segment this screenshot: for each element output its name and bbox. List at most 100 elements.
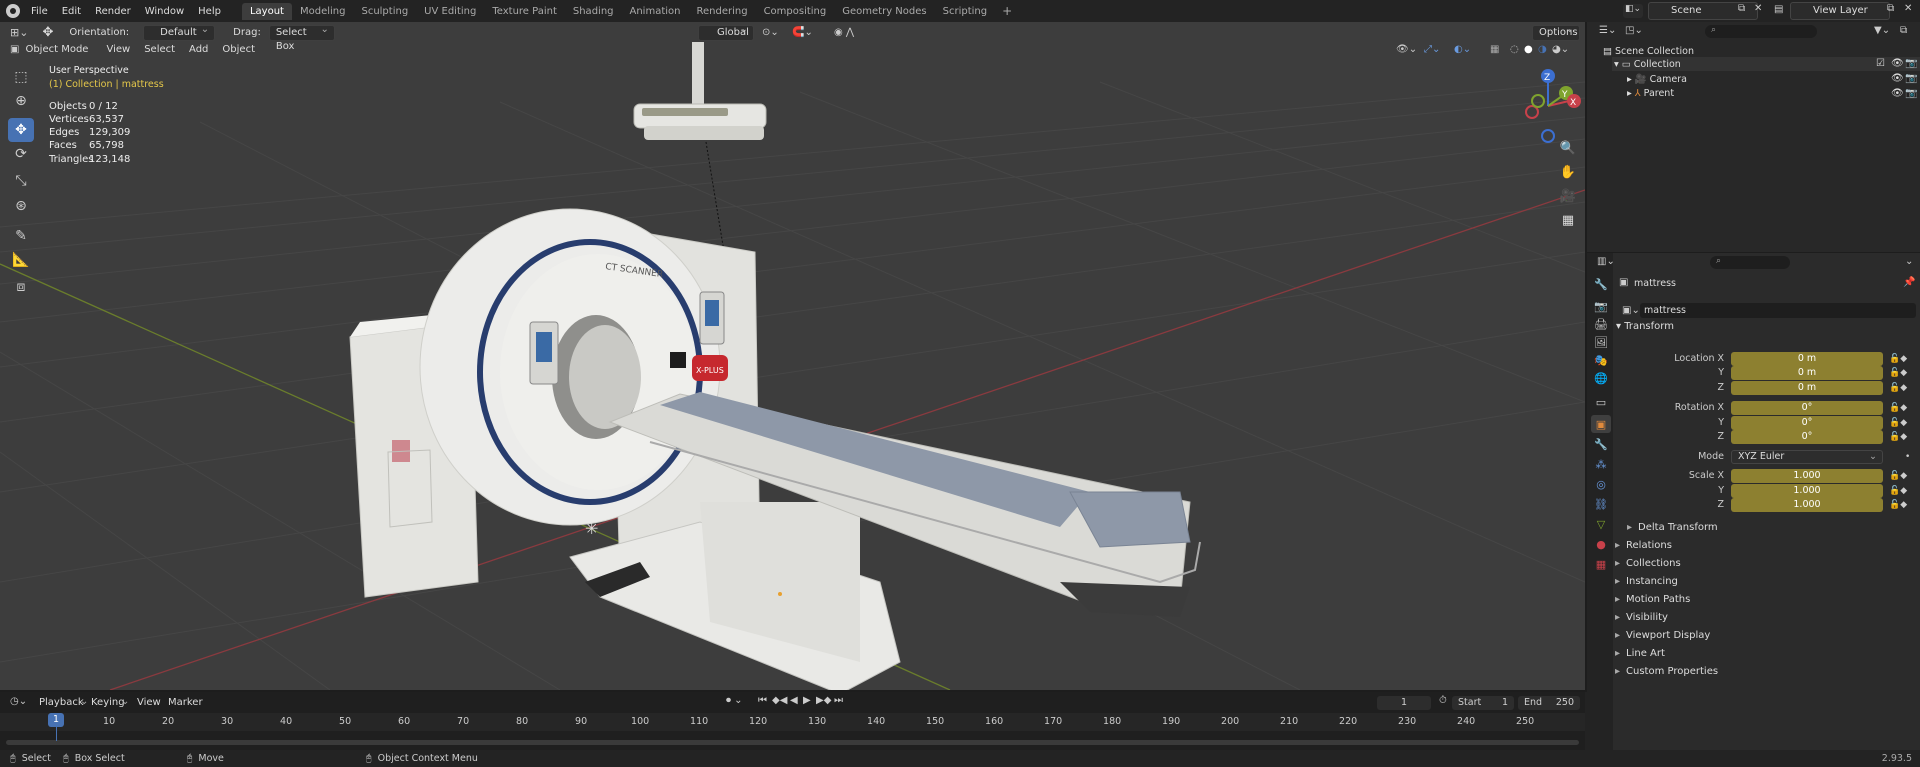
instancing-panel[interactable]: Instancing <box>1615 575 1678 589</box>
tab-texture-paint[interactable]: Texture Paint <box>484 3 565 20</box>
data-tab-icon[interactable]: ▽ <box>1591 515 1611 533</box>
pin-icon[interactable]: 📌 <box>1903 277 1915 288</box>
menu-window[interactable]: Window <box>138 6 191 17</box>
menu-keying[interactable]: Keying <box>91 697 125 708</box>
properties-editor-icon[interactable]: ▥⌄ <box>1597 256 1615 267</box>
jump-end-icon[interactable]: ⏭ <box>834 695 843 706</box>
tab-modeling[interactable]: Modeling <box>292 3 354 20</box>
delta-transform-subpanel[interactable]: Delta Transform <box>1627 521 1718 535</box>
proportional-edit-icon[interactable]: ◉ ⋀ <box>834 27 854 38</box>
tab-geometry-nodes[interactable]: Geometry Nodes <box>834 3 934 20</box>
record-icon[interactable]: ⏺ ⌄ <box>726 695 743 706</box>
menu-marker[interactable]: Marker <box>168 697 203 708</box>
properties-search-input[interactable]: ⌕ <box>1710 256 1790 269</box>
shading-wireframe-icon[interactable]: ◌ <box>1510 44 1519 55</box>
current-frame-field[interactable]: 1 <box>1377 696 1431 710</box>
select-tool-icon[interactable]: ⬚ <box>8 65 34 89</box>
end-frame-field[interactable]: End 250 <box>1518 696 1580 710</box>
xray-toggle-icon[interactable]: ▦ <box>1490 44 1499 55</box>
outliner-editor-icon[interactable]: ☰⌄ <box>1599 25 1616 36</box>
shading-rendered-icon[interactable]: ◕⌄ <box>1552 44 1569 55</box>
new-collection-icon[interactable]: ⧉ <box>1900 25 1907 36</box>
location-y-field[interactable]: 0 m <box>1731 366 1883 380</box>
ortho-toggle-icon[interactable]: ▦ <box>1554 206 1582 234</box>
navigation-gizmo[interactable]: Z Y X <box>1515 64 1581 144</box>
tab-sculpting[interactable]: Sculpting <box>353 3 416 20</box>
blender-logo-icon[interactable] <box>6 4 20 18</box>
line-art-panel[interactable]: Line Art <box>1615 647 1665 661</box>
play-icon[interactable]: ▶ <box>803 695 811 706</box>
outliner-search-input[interactable]: ⌕ <box>1705 25 1817 38</box>
new-view-layer-icon[interactable]: ⧉ <box>1887 3 1894 14</box>
lock-scale-z-icon[interactable]: 🔓◆ <box>1889 498 1907 512</box>
motion-paths-panel[interactable]: Motion Paths <box>1615 593 1690 607</box>
overlay-toggle-icon[interactable]: ◐⌄ <box>1454 44 1471 55</box>
location-x-field[interactable]: 0 m <box>1731 352 1883 366</box>
prev-keyframe-icon[interactable]: ◆◀ <box>772 695 787 706</box>
transform-tool-icon[interactable]: ⊛ <box>8 194 34 218</box>
tab-rendering[interactable]: Rendering <box>688 3 755 20</box>
lock-location-z-icon[interactable]: 🔓◆ <box>1889 381 1907 395</box>
next-keyframe-icon[interactable]: ▶◆ <box>816 695 831 706</box>
new-scene-icon[interactable]: ⧉ <box>1738 3 1745 14</box>
measure-tool-icon[interactable]: 📐 <box>8 248 34 272</box>
lock-location-y-icon[interactable]: 🔓◆ <box>1889 366 1907 380</box>
view-layer-icon[interactable]: ▤ <box>1774 4 1783 15</box>
jump-start-icon[interactable]: ⏮ <box>758 695 767 706</box>
output-tab-icon[interactable]: 🖨 <box>1591 315 1611 333</box>
cursor-tool-icon[interactable]: ⊕ <box>8 89 34 113</box>
object-datablock-icon[interactable]: ▣⌄ <box>1622 305 1640 316</box>
rotation-y-field[interactable]: 0° <box>1731 416 1883 430</box>
view-layer-selector[interactable]: View Layer <box>1790 2 1890 20</box>
collection-checkbox[interactable]: ☑ <box>1876 58 1885 69</box>
menu-object[interactable]: Object <box>222 44 255 55</box>
object-name-field[interactable]: mattress <box>1640 303 1916 318</box>
menu-help[interactable]: Help <box>191 6 228 17</box>
rotation-z-field[interactable]: 0° <box>1731 430 1883 444</box>
editor-type-icon[interactable]: ⊞⌄ <box>10 26 28 39</box>
pivot-point-icon[interactable]: ⊙⌄ <box>762 27 779 38</box>
menu-add[interactable]: Add <box>189 44 208 55</box>
scale-tool-icon[interactable]: ⤡ <box>8 169 34 193</box>
tab-compositing[interactable]: Compositing <box>756 3 835 20</box>
tab-uv-editing[interactable]: UV Editing <box>416 3 484 20</box>
menu-playback[interactable]: Playback <box>39 697 84 708</box>
3d-viewport[interactable]: CT SCANNER X-PLUS ✳ ⊞⌄ ✥ Orientation: De… <box>0 22 1585 690</box>
play-reverse-icon[interactable]: ◀ <box>790 695 798 706</box>
menu-view[interactable]: View <box>106 44 130 55</box>
move-tool-icon[interactable]: ✥ <box>42 25 53 40</box>
scale-x-field[interactable]: 1.000 <box>1731 469 1883 483</box>
collections-panel[interactable]: Collections <box>1615 557 1681 571</box>
lock-scale-x-icon[interactable]: 🔓◆ <box>1889 469 1907 483</box>
annotate-tool-icon[interactable]: ✎ <box>8 224 34 248</box>
parent-visibility-icon[interactable]: 👁 <box>1891 88 1904 99</box>
collection-render-icon[interactable]: 📷 <box>1905 58 1917 69</box>
menu-file[interactable]: File <box>24 6 55 17</box>
collection-item[interactable]: ▾ ▭ Collection <box>1614 59 1681 70</box>
menu-render[interactable]: Render <box>88 6 138 17</box>
scale-y-field[interactable]: 1.000 <box>1731 484 1883 498</box>
render-tab-icon[interactable]: 📷 <box>1591 297 1611 315</box>
delete-scene-icon[interactable]: ✕ <box>1754 3 1762 14</box>
mode-keyframe-icon[interactable]: • <box>1905 450 1910 464</box>
delete-view-layer-icon[interactable]: ✕ <box>1904 3 1912 14</box>
visibility-icon[interactable]: 👁⌄ <box>1396 44 1417 55</box>
rotate-tool-icon[interactable]: ⟳ <box>8 142 34 166</box>
add-cube-tool-icon[interactable]: ⧈ <box>8 275 34 299</box>
visibility-panel[interactable]: Visibility <box>1615 611 1668 625</box>
display-mode-icon[interactable]: ◳⌄ <box>1625 25 1643 36</box>
playhead[interactable]: 1 <box>48 713 64 727</box>
scale-z-field[interactable]: 1.000 <box>1731 498 1883 512</box>
view-layer-tab-icon[interactable]: 🖼 <box>1591 333 1611 351</box>
lock-rotation-x-icon[interactable]: 🔓◆ <box>1889 401 1907 415</box>
scene-type-icon[interactable]: ◧⌄ <box>1623 4 1643 18</box>
scene-collection-item[interactable]: ▤ Scene Collection <box>1603 46 1694 57</box>
add-workspace-icon[interactable]: + <box>995 4 1019 18</box>
lock-scale-y-icon[interactable]: 🔓◆ <box>1889 484 1907 498</box>
menu-timeline-view[interactable]: View <box>137 697 161 708</box>
outliner-item-parent[interactable]: ▸ ⅄ Parent <box>1627 88 1674 99</box>
lock-rotation-y-icon[interactable]: 🔓◆ <box>1889 416 1907 430</box>
menu-select[interactable]: Select <box>144 44 175 55</box>
camera-render-icon[interactable]: 📷 <box>1905 73 1917 84</box>
move-tool-button[interactable]: ✥ <box>8 118 34 142</box>
